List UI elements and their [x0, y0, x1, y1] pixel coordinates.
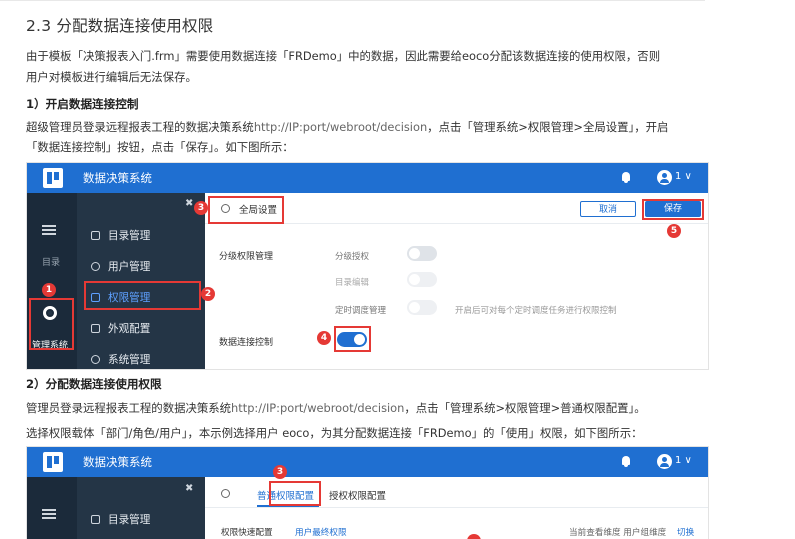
menu-item-appearance[interactable]: 外观配置: [91, 321, 150, 336]
app-header: 数据决策系统 1 ∨: [27, 447, 708, 477]
data-connection-control-label: 数据连接控制: [219, 338, 274, 348]
option-grading-auth: 分级授权: [335, 252, 370, 262]
step1-line-2: 「数据连接控制」按钮，点击「保存」。如下图所示：: [26, 140, 294, 154]
sidebar-catalog-label[interactable]: 目录: [42, 255, 60, 268]
step1-text-post: ，点击「管理系统>权限管理>全局设置」，开启: [427, 120, 669, 134]
user-count-text: 1: [675, 171, 682, 182]
catalog-edit-toggle[interactable]: [407, 272, 437, 287]
switch-link[interactable]: 切换: [677, 526, 694, 538]
menu-item-users[interactable]: 用户管理: [91, 259, 150, 274]
step1-text-pre: 超级管理员登录远程报表工程的数据决策系统: [26, 120, 254, 134]
schedule-hint: 开启后可对每个定时调度任务进行权限控制: [455, 306, 617, 316]
step2-line-2: 选择权限载体「部门/角色/用户」，本示例选择用户 eoco，为其分配数据连接「F…: [26, 426, 643, 440]
top-divider: [0, 0, 705, 1]
brush-icon: [91, 324, 100, 333]
step2-line-1: 管理员登录远程报表工程的数据决策系统http://IP:port/webroot…: [26, 398, 646, 418]
step-badge-5: 5: [667, 224, 681, 238]
menu-item-catalog[interactable]: 目录管理: [91, 512, 150, 527]
decision-url-link[interactable]: http://IP:port/webroot/decision: [254, 120, 427, 134]
document: 2.3 分配数据连接使用权限 由于模板「决策报表入门.frm」需要使用数据连接「…: [0, 0, 795, 539]
final-permission-link[interactable]: 用户最终权限: [295, 526, 347, 538]
menu-label: 系统管理: [108, 354, 151, 366]
app-logo: [43, 452, 63, 472]
grading-permission-label: 分级权限管理: [219, 252, 274, 262]
sidebar: [27, 477, 77, 539]
grading-auth-toggle[interactable]: [407, 246, 437, 261]
step1-heading: 1）开启数据连接控制: [26, 97, 139, 111]
highlight-toggle: [334, 326, 371, 352]
step2-text-pre: 管理员登录远程报表工程的数据决策系统: [26, 401, 232, 415]
step2-text-post: ，点击「管理系统>权限管理>普通权限配置」。: [404, 401, 646, 415]
option-schedule: 定时调度管理: [335, 306, 387, 316]
list-icon[interactable]: [42, 225, 56, 236]
highlight-admin: [29, 298, 74, 350]
step2-heading: 2）分配数据连接使用权限: [26, 377, 162, 391]
step-badge-1: 1: [42, 283, 56, 297]
cancel-button[interactable]: 取消: [580, 201, 636, 217]
screenshot-global-settings: 数据决策系统 1 ∨ 目录 管理系统 ✖ 目录管理 用户管理 权限管理 外观配置…: [26, 162, 709, 370]
app-title: 数据决策系统: [83, 455, 152, 469]
step-badge-3: 3: [273, 465, 287, 479]
settings-gear-icon: [221, 489, 230, 498]
app-title: 数据决策系统: [83, 171, 152, 185]
catalog-icon: [91, 515, 100, 524]
app-logo: [43, 168, 63, 188]
step-badge-3: 3: [194, 201, 208, 215]
intro-line-1: 由于模板「决策报表入门.frm」需要使用数据连接「FRDemo」中的数据，因此需…: [26, 49, 661, 63]
catalog-icon: [91, 231, 100, 240]
step-badge-2: 2: [201, 287, 215, 301]
intro-line-2: 用户对模板进行编辑后无法保存。: [26, 70, 197, 84]
avatar[interactable]: [657, 170, 672, 185]
section-title: 2.3 分配数据连接使用权限: [26, 17, 214, 35]
menu-label: 目录管理: [108, 514, 151, 526]
highlight-permissions: [84, 281, 201, 310]
admin-menu: ✖ 目录管理: [77, 477, 205, 539]
current-dimension-text: 当前查看维度 用户组维度: [569, 528, 667, 538]
menu-label: 目录管理: [108, 230, 151, 242]
pin-icon[interactable]: ✖: [185, 198, 193, 209]
user-count-text: 1: [675, 455, 682, 466]
schedule-toggle[interactable]: [407, 300, 437, 315]
decision-url-link[interactable]: http://IP:port/webroot/decision: [231, 401, 404, 415]
bell-icon[interactable]: [621, 172, 631, 184]
tab-grant-permissions[interactable]: 授权权限配置: [329, 488, 386, 502]
menu-item-catalog[interactable]: 目录管理: [91, 228, 150, 243]
app-header: 数据决策系统 1 ∨: [27, 163, 708, 193]
highlight-global-settings: [208, 196, 284, 224]
bell-icon[interactable]: [621, 456, 631, 468]
pin-icon[interactable]: ✖: [185, 483, 193, 494]
screenshot-normal-permissions: 数据决策系统 1 ∨ ✖ 目录管理 普通权限配置 授权权限配置 权限快速配置 用…: [26, 446, 709, 539]
avatar[interactable]: [657, 454, 672, 469]
step1-line-1: 超级管理员登录远程报表工程的数据决策系统http://IP:port/webro…: [26, 117, 668, 137]
menu-label: 用户管理: [108, 261, 151, 273]
menu-label: 外观配置: [108, 323, 151, 335]
option-catalog-edit: 目录编辑: [335, 278, 370, 288]
highlight-normal-tab: [269, 481, 321, 506]
user-icon: [91, 262, 100, 271]
highlight-save: [642, 199, 704, 220]
user-count: 1 ∨: [675, 171, 692, 182]
list-icon[interactable]: [42, 509, 56, 520]
settings-icon: [91, 355, 100, 364]
user-count: 1 ∨: [675, 455, 692, 466]
menu-item-system[interactable]: 系统管理: [91, 352, 150, 367]
quick-config-label: 权限快速配置: [221, 528, 273, 538]
step-badge-4: 4: [317, 331, 331, 345]
